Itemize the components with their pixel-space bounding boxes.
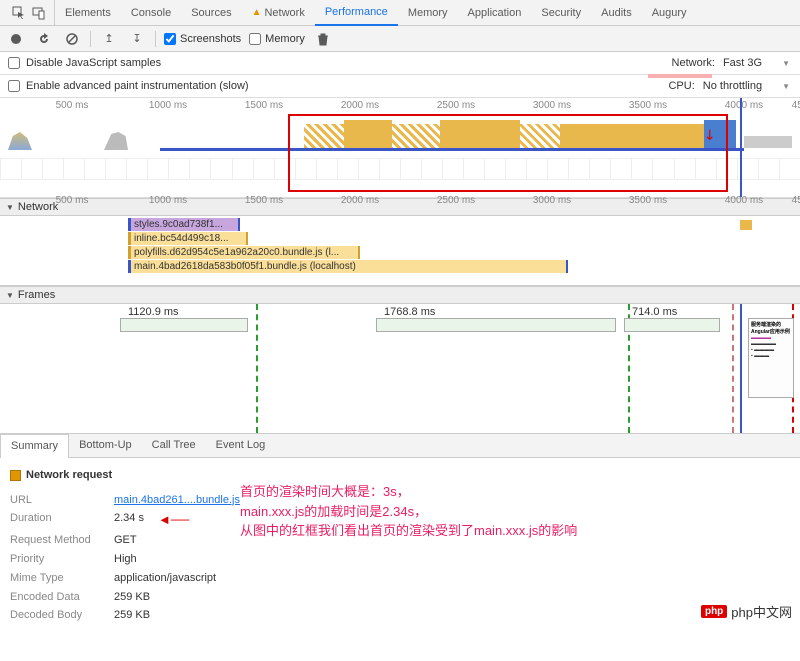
timeline-tick: 3500 ms [629,100,667,111]
network-throttle-select[interactable]: Fast 3G▼ [721,56,792,70]
settings-row-2: Enable advanced paint instrumentation (s… [0,75,800,98]
frame-bar[interactable] [120,318,248,332]
timeline-tick: 3000 ms [533,100,571,111]
timeline-tick: 2500 ms [437,195,475,206]
timeline-tick: 1000 ms [149,195,187,206]
tab-network[interactable]: ▲Network [242,1,315,25]
timeline-tick: 500 ms [56,195,89,206]
network-request-bar[interactable]: polyfills.d62d954c5e1a962a20c0.bundle.js… [128,246,360,259]
detail-key: Decoded Body [10,606,106,625]
tab-event-log[interactable]: Event Log [206,434,276,457]
detail-value: application/javascript [114,569,216,588]
paint-instr-checkbox[interactable]: Enable advanced paint instrumentation (s… [8,80,249,92]
network-waterfall[interactable]: styles.9c0ad738f1...inline.bc54d499c18..… [0,216,800,286]
detail-key: Priority [10,550,106,569]
detail-value: 2.34 s [114,509,144,531]
detail-value: GET [114,531,137,550]
timeline-tick: 1000 ms [149,100,187,111]
tab-call-tree[interactable]: Call Tree [142,434,206,457]
detail-key: Encoded Data [10,588,106,607]
user-annotation: 首页的渲染时间大概是：3s， main.xxx.js的加载时间是2.34s， 从… [240,482,577,541]
frames-section-header[interactable]: ▼Frames [0,286,800,304]
network-section-header[interactable]: ▼Network [0,198,800,216]
tab-bottom-up[interactable]: Bottom-Up [69,434,142,457]
gc-button[interactable] [313,29,333,49]
network-throttle-label: Network: [672,57,715,69]
cpu-throttle-select[interactable]: No throttling▼ [701,79,792,93]
timeline-tick: 3500 ms [629,195,667,206]
record-button[interactable] [6,29,26,49]
frame-thumbnail: 服务端渲染的Angular应用示例 ▬▬▬▬▬▬▬▬▬▪ ▬▬▬▬▪ ▬▬▬ [748,318,794,398]
highlight-arrow-icon: ◄── [158,509,189,531]
timeline-tick: 450 [792,100,800,111]
tab-performance[interactable]: Performance [315,0,398,26]
timeline-tick: 2000 ms [341,100,379,111]
network-request-bar[interactable]: main.4bad2618da583b0f05f1.bundle.js (loc… [128,260,568,273]
inspect-element-icon[interactable] [12,6,26,20]
detail-value: High [114,550,137,569]
timeline-tick: 3000 ms [533,195,571,206]
tab-augury[interactable]: Augury [642,1,697,25]
frame-duration-label: 1768.8 ms [384,306,435,318]
tab-sources[interactable]: Sources [181,1,241,25]
detail-row: Mime Type application/javascript [10,569,790,588]
timeline-tick: 450 [792,195,800,206]
cpu-throttle-label: CPU: [668,80,694,92]
detail-row: Decoded Body 259 KB [10,606,790,625]
network-request-bar[interactable]: styles.9c0ad738f1... [128,218,240,231]
network-request-bar[interactable]: inline.bc54d499c18... [128,232,248,245]
tab-audits[interactable]: Audits [591,1,642,25]
load-profile-button[interactable]: ↥ [99,29,119,49]
screenshots-checkbox[interactable]: Screenshots [164,33,241,45]
settings-row-1: Disable JavaScript samples Network: Fast… [0,52,800,75]
summary-tab-bar: Summary Bottom-Up Call Tree Event Log [0,434,800,458]
timeline-tick: 4000 ms [725,195,763,206]
save-profile-button[interactable]: ↧ [127,29,147,49]
frame-bar[interactable] [624,318,720,332]
tab-summary[interactable]: Summary [0,434,69,458]
perf-toolbar: ↥ ↧ Screenshots Memory [0,26,800,52]
detail-value: 259 KB [114,588,150,607]
device-toggle-icon[interactable] [32,6,46,20]
tab-application[interactable]: Application [458,1,532,25]
watermark-logo: phpphp中文网 [701,602,792,621]
reload-button[interactable] [34,29,54,49]
timeline-tick: 500 ms [56,100,89,111]
frame-duration-label: 1120.9 ms [128,306,179,318]
memory-checkbox[interactable]: Memory [249,33,305,45]
warning-icon: ▲ [252,7,262,18]
devtools-tab-bar: Elements Console Sources ▲Network Perfor… [0,0,800,26]
detail-key: Duration [10,509,106,531]
clear-button[interactable] [62,29,82,49]
network-swatch-icon [10,470,21,481]
timeline-tick: 2500 ms [437,100,475,111]
highlight-redbox [288,114,728,192]
frame-bar[interactable] [376,318,616,332]
detail-title: Network request [26,466,112,485]
tab-console[interactable]: Console [121,1,181,25]
detail-row: Priority High [10,550,790,569]
tab-memory[interactable]: Memory [398,1,458,25]
timeline-tick: 1500 ms [245,195,283,206]
detail-value: 259 KB [114,606,150,625]
detail-panel: Network request URL main.4bad261....bundl… [0,458,800,633]
overview-timeline[interactable]: 500 ms 1000 ms 1500 ms 2000 ms 2500 ms 3000 m… [0,98,800,198]
inspect-icon-group [4,0,55,25]
timeline-tick: 4000 ms [725,100,763,111]
frame-duration-label: 714.0 ms [632,306,677,318]
frames-track[interactable]: 服务端渲染的Angular应用示例 ▬▬▬▬▬▬▬▬▬▪ ▬▬▬▬▪ ▬▬▬ 1… [0,304,800,434]
disable-js-checkbox[interactable]: Disable JavaScript samples [8,57,161,69]
detail-key: Mime Type [10,569,106,588]
tab-security[interactable]: Security [531,1,591,25]
detail-key: URL [10,491,106,510]
timeline-tick: 1500 ms [245,100,283,111]
detail-value[interactable]: main.4bad261....bundle.js [114,491,240,510]
tab-elements[interactable]: Elements [55,1,121,25]
timeline-tick: 2000 ms [341,195,379,206]
detail-row: Encoded Data 259 KB [10,588,790,607]
detail-key: Request Method [10,531,106,550]
